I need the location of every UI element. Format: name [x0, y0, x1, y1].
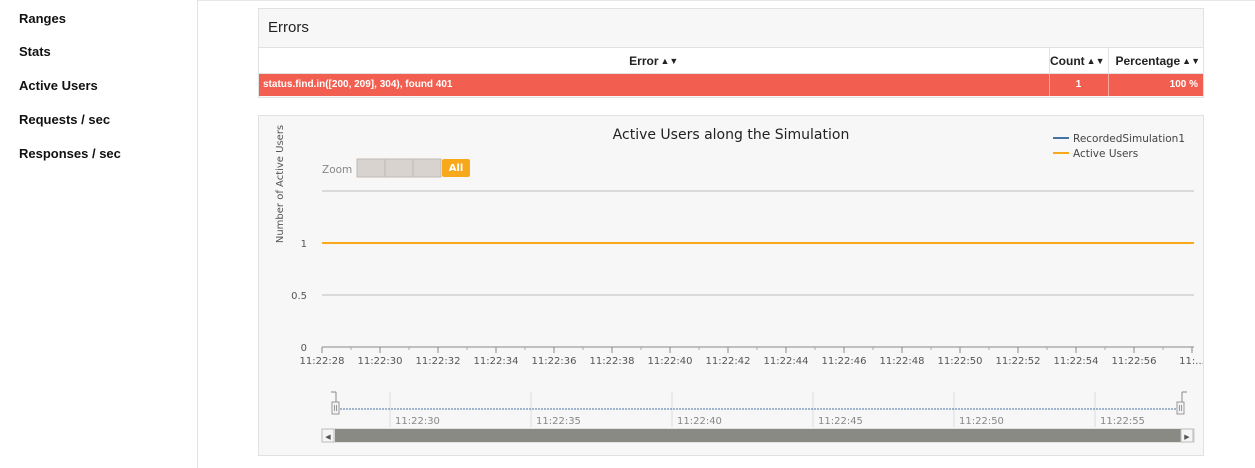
- errors-table: Error ▲▼ Count ▲▼ Percentage ▲▼ status.find…: [259, 47, 1203, 96]
- zoom-button-3[interactable]: [412, 158, 442, 178]
- percentage-column-header[interactable]: Percentage ▲▼: [1107, 47, 1203, 74]
- sidebar-item-active-users[interactable]: Active Users: [19, 78, 98, 93]
- percentage-cell: 100 %: [1107, 73, 1203, 96]
- x-tick-label: 11:22:38: [590, 356, 635, 367]
- percentage-column-label: Percentage: [1115, 53, 1181, 68]
- sidebar-item-requests-per-sec[interactable]: Requests / sec: [19, 112, 110, 127]
- errors-panel: Errors Error ▲▼ Count ▲▼ Percentage ▲▼ stat…: [258, 8, 1204, 98]
- x-tick-label: 11:22:48: [880, 356, 925, 367]
- table-row: status.find.in([200, 209], 304), found 4…: [259, 73, 1203, 96]
- navigator-scrollbar[interactable]: ◀ ▶: [321, 428, 1195, 443]
- navigator-handle-left[interactable]: [331, 401, 340, 415]
- navigator-tick-label: 11:22:35: [536, 416, 581, 427]
- chevron-right-icon: ▶: [1184, 433, 1190, 441]
- x-tick-label: 11:22:28: [300, 356, 345, 367]
- navigator-tick-label: 11:22:55: [1100, 416, 1145, 427]
- x-tick-label: 11:22:46: [822, 356, 867, 367]
- count-cell: 1: [1048, 73, 1108, 96]
- chart-title: Active Users along the Simulation: [613, 127, 850, 143]
- zoom-button-all-label: All: [449, 163, 464, 174]
- count-column-label: Count: [1050, 53, 1085, 68]
- active-users-chart: 11:22:28 11:22:30 11:22:32 11:22:34 11:22:36…: [275, 125, 1203, 443]
- sort-icon: ▲▼: [1086, 55, 1105, 66]
- top-divider: [198, 0, 1255, 1]
- x-tick-label: 11:22:54: [1054, 356, 1099, 367]
- y-tick-label: 1: [301, 239, 307, 250]
- error-column-label: Error: [629, 53, 659, 68]
- navigator[interactable]: 11:22:30 11:22:35 11:22:40 11:22:45 11:22:50…: [331, 391, 1187, 428]
- y-axis-label: Number of Active Users: [275, 125, 286, 243]
- errors-title: Errors: [268, 19, 309, 36]
- sort-icon: ▲▼: [660, 55, 679, 66]
- x-tick-label: 11:22:36: [532, 356, 577, 367]
- zoom-button-1[interactable]: [356, 158, 386, 178]
- x-tick-label: 11:22:30: [358, 356, 403, 367]
- active-users-chart-panel: 11:22:28 11:22:30 11:22:32 11:22:34 11:22:36…: [258, 115, 1204, 456]
- x-tick-label: 11:22:56: [1112, 356, 1157, 367]
- count-column-header[interactable]: Count ▲▼: [1048, 47, 1108, 74]
- sort-icon: ▲▼: [1182, 55, 1200, 66]
- x-tick-label: 11:22:32: [416, 356, 461, 367]
- sidebar-item-stats[interactable]: Stats: [19, 44, 51, 59]
- x-tick-label: 11:22:42: [706, 356, 751, 367]
- y-tick-label: 0: [301, 343, 307, 354]
- chevron-left-icon: ◀: [325, 433, 331, 441]
- errors-header-row: Error ▲▼ Count ▲▼ Percentage ▲▼: [259, 47, 1203, 74]
- y-tick-label: 0.5: [291, 291, 307, 302]
- navigator-tick-label: 11:22:40: [677, 416, 722, 427]
- error-column-header[interactable]: Error ▲▼: [259, 47, 1049, 74]
- scrollbar-thumb[interactable]: [335, 429, 1181, 442]
- zoom-label: Zoom: [322, 164, 352, 176]
- error-cell: status.find.in([200, 209], 304), found 4…: [259, 73, 1049, 96]
- navigator-tick-label: 11:22:45: [818, 416, 863, 427]
- x-tick-label: 11:22:40: [648, 356, 693, 367]
- x-tick-label: 11:22:52: [996, 356, 1041, 367]
- x-tick-label: 11:22:44: [764, 356, 809, 367]
- x-tick-label: 11:22:34: [474, 356, 519, 367]
- zoom-button-2[interactable]: [384, 158, 414, 178]
- legend-item-active-users[interactable]: Active Users: [1073, 148, 1138, 160]
- sidebar-item-ranges[interactable]: Ranges: [19, 11, 66, 26]
- legend-item-recorded[interactable]: RecordedSimulation1: [1073, 133, 1185, 145]
- x-tick-label: 11:22:50: [938, 356, 983, 367]
- navigator-tick-label: 11:22:30: [395, 416, 440, 427]
- x-tick-label: 11:...: [1179, 356, 1203, 367]
- navigator-tick-label: 11:22:50: [959, 416, 1004, 427]
- sidebar: Ranges Stats Active Users Requests / sec…: [0, 0, 198, 468]
- navigator-handle-right[interactable]: [1176, 401, 1185, 415]
- sidebar-item-responses-per-sec[interactable]: Responses / sec: [19, 146, 121, 161]
